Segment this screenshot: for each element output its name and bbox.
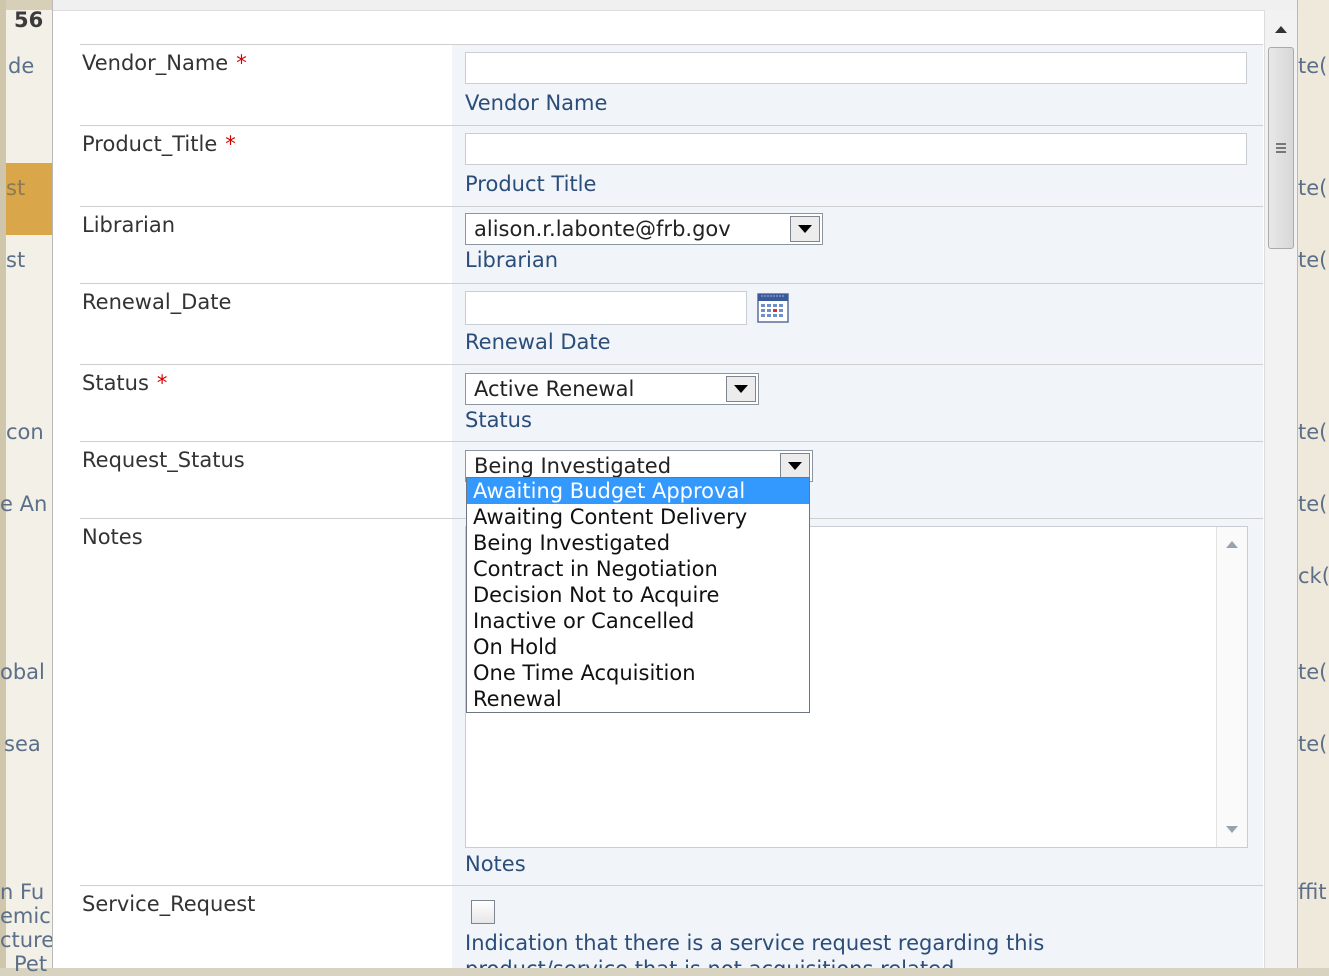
background-left-text: e An [0, 492, 48, 516]
service-request-description-line: product/service that is not acquisitions… [465, 956, 1250, 968]
notes-label-text: Notes [82, 525, 143, 549]
renewal-date-input[interactable] [465, 291, 747, 325]
form-row-product-title: Product_Title * Product Title [80, 125, 1263, 206]
librarian-dropdown-button[interactable] [790, 216, 820, 242]
required-marker: * [156, 371, 168, 395]
product-title-field-cell: Product Title [452, 126, 1263, 206]
librarian-description: Librarian [465, 248, 559, 272]
scroll-down-icon[interactable] [1226, 826, 1238, 833]
notes-scrollbar[interactable] [1216, 527, 1247, 847]
status-description: Status [465, 408, 532, 432]
background-left-text: emic [0, 904, 51, 928]
background-left-text: obal [0, 660, 45, 684]
dropdown-option[interactable]: Awaiting Content Delivery [467, 504, 809, 530]
renewal-date-field-cell: Renewal Date [452, 284, 1263, 364]
service-request-label-text: Service_Request [82, 892, 256, 916]
background-left-text: de [8, 54, 35, 78]
scroll-up-icon[interactable] [1275, 26, 1287, 33]
dropdown-option[interactable]: Awaiting Budget Approval [467, 478, 809, 504]
dropdown-option[interactable]: Inactive or Cancelled [467, 608, 809, 634]
renewal-date-label-text: Renewal_Date [82, 290, 232, 314]
form-row-renewal-date: Renewal_Date Renewal Date [80, 283, 1263, 364]
form-row-status: Status * Active Renewal Status [80, 364, 1263, 441]
vendor-name-field-cell: Vendor Name [452, 45, 1263, 125]
background-left-text: con [6, 420, 44, 444]
scroll-up-icon[interactable] [1226, 541, 1238, 548]
background-right-text: te( [1298, 732, 1328, 756]
renewal-date-picker [465, 291, 1250, 325]
notes-label: Notes [80, 519, 452, 885]
form-row-librarian: Librarian alison.r.labonte@frb.gov Libra… [80, 206, 1263, 283]
form-row-vendor-name: Vendor_Name * Vendor Name [80, 44, 1263, 125]
background-right-text: te( [1298, 660, 1328, 684]
grip-icon [1276, 143, 1286, 155]
status-selected-value: Active Renewal [474, 377, 635, 401]
chevron-down-icon [788, 462, 802, 470]
librarian-field-cell: alison.r.labonte@frb.gov Librarian [452, 207, 1263, 283]
product-title-description: Product Title [465, 172, 597, 196]
status-label-text: Status [82, 371, 149, 395]
background-left-text: sea [4, 732, 41, 756]
dropdown-option[interactable]: On Hold [467, 634, 809, 660]
required-marker: * [225, 132, 236, 156]
service-request-field-cell: Indication that there is a service reque… [452, 886, 1263, 968]
vendor-name-label-text: Vendor_Name [82, 51, 229, 75]
background-right-text: ffit [1298, 880, 1327, 904]
chevron-down-icon [734, 385, 748, 393]
status-select[interactable]: Active Renewal [465, 373, 759, 405]
background-right-text: te( [1298, 248, 1328, 272]
request-status-dropdown-button[interactable] [780, 453, 810, 479]
librarian-label-text: Librarian [82, 213, 176, 237]
dropdown-option[interactable]: Renewal [467, 686, 809, 712]
background-left-text: n Fu [0, 880, 45, 904]
renewal-date-description: Renewal Date [465, 330, 611, 354]
background-left-text: cture [0, 928, 55, 952]
dropdown-option[interactable]: One Time Acquisition [467, 660, 809, 686]
scrollbar-thumb[interactable] [1268, 47, 1294, 249]
background-right-text: te( [1298, 420, 1328, 444]
request-status-label: Request_Status [80, 442, 452, 518]
vendor-name-label: Vendor_Name * [80, 45, 452, 125]
required-marker: * [236, 51, 247, 75]
librarian-select[interactable]: alison.r.labonte@frb.gov [465, 213, 823, 245]
request-status-selected-value: Being Investigated [474, 454, 672, 478]
status-dropdown-button[interactable] [726, 376, 756, 402]
vendor-name-input[interactable] [465, 52, 1247, 84]
librarian-label: Librarian [80, 207, 452, 283]
background-left-text: st [6, 176, 26, 200]
service-request-description: Indication that there is a service reque… [465, 930, 1250, 968]
vendor-name-description: Vendor Name [465, 91, 608, 115]
background-left-strip [0, 0, 6, 968]
background-right-text: te( [1298, 54, 1328, 78]
product-title-input[interactable] [465, 133, 1247, 165]
background-right-text: ck( [1298, 564, 1329, 588]
status-field-cell: Active Renewal Status [452, 365, 1263, 441]
dropdown-option[interactable]: Contract in Negotiation [467, 556, 809, 582]
product-title-label: Product_Title * [80, 126, 452, 206]
notes-description: Notes [465, 852, 526, 876]
form-row-service-request: Service_Request Indication that there is… [80, 885, 1263, 968]
service-request-label: Service_Request [80, 886, 452, 968]
background-left-text: st [6, 248, 26, 272]
request-status-label-text: Request_Status [82, 448, 245, 472]
renewal-date-label: Renewal_Date [80, 284, 452, 364]
status-label: Status * [80, 365, 452, 441]
background-right-text: te( [1298, 176, 1328, 200]
service-request-checkbox[interactable] [471, 900, 495, 924]
dropdown-option[interactable]: Being Investigated [467, 530, 809, 556]
dialog-top-edge [53, 0, 1297, 11]
background-left-text: Pet [14, 952, 48, 976]
background-right-area [1296, 0, 1329, 968]
background-right-text: te( [1298, 492, 1328, 516]
librarian-selected-value: alison.r.labonte@frb.gov [474, 217, 731, 241]
chevron-down-icon [798, 225, 812, 233]
dialog-scrollbar[interactable] [1264, 10, 1297, 968]
request-status-options-list[interactable]: Awaiting Budget Approval Awaiting Conten… [466, 477, 810, 713]
calendar-icon[interactable] [757, 293, 789, 323]
dropdown-option[interactable]: Decision Not to Acquire [467, 582, 809, 608]
background-left-text: 56 [14, 8, 44, 32]
service-request-description-line: Indication that there is a service reque… [465, 931, 1045, 955]
product-title-label-text: Product_Title [82, 132, 218, 156]
